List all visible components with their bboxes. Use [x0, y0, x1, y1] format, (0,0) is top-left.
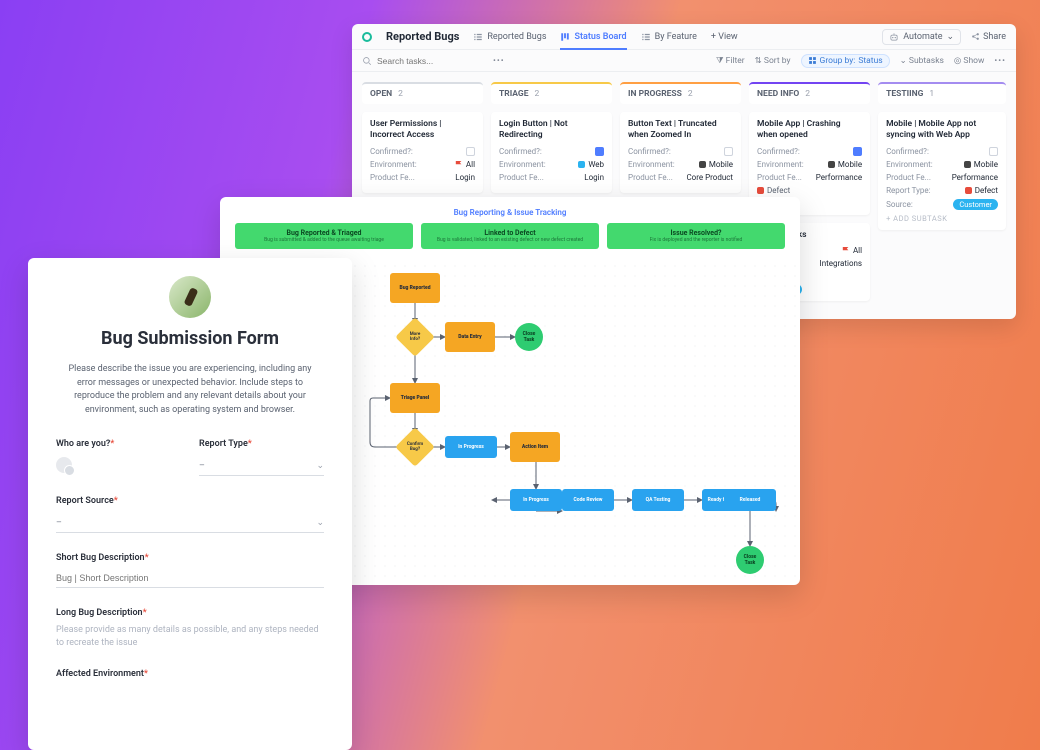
card-title: Mobile | Mobile App not syncing with Web…	[886, 119, 998, 141]
node-code-review[interactable]: Code Review	[562, 489, 614, 511]
checkbox-icon[interactable]	[853, 147, 862, 156]
tab-label: Reported Bugs	[487, 32, 546, 42]
bug-form-window: Bug Submission Form Please describe the …	[28, 258, 352, 750]
banner-2: Linked to Defect Bug is validated, linke…	[421, 223, 599, 249]
card-open-1[interactable]: User Permissions | Incorrect Access Conf…	[362, 112, 483, 193]
search-icon	[362, 56, 372, 66]
card-title: Mobile App | Crashing when opened	[757, 119, 862, 141]
list-icon	[473, 32, 483, 42]
chevron-down-icon: ⌄	[947, 32, 955, 42]
filter-button[interactable]: ⧩ Filter	[716, 56, 745, 66]
tab-label: By Feature	[655, 32, 697, 42]
node-data-entry[interactable]: Data Entry	[445, 322, 495, 352]
node-action[interactable]: Action Item	[510, 432, 560, 462]
label-affected-env: Affected Environment*	[56, 669, 324, 679]
long-description-input[interactable]: Please provide as many details as possib…	[56, 624, 324, 649]
flag-icon	[455, 161, 463, 169]
flag-icon	[842, 247, 850, 255]
share-icon	[971, 32, 980, 41]
automate-label: Automate	[903, 32, 942, 42]
group-icon	[808, 56, 817, 65]
column-header[interactable]: OPEN 2	[362, 82, 483, 104]
report-type-select[interactable]: –⌄	[199, 457, 324, 476]
share-button[interactable]: Share	[971, 32, 1006, 42]
search-more-icon[interactable]: •••	[493, 56, 505, 66]
form-avatar	[169, 276, 211, 318]
group-by-chip[interactable]: Group by: Status	[801, 54, 890, 68]
workflow-banners: Bug Reported & Triaged Bug is submitted …	[220, 223, 800, 261]
node-in-progress[interactable]: In Progress	[445, 436, 497, 458]
robot-icon	[889, 32, 899, 42]
checkbox-icon[interactable]	[595, 147, 604, 156]
form-title: Bug Submission Form	[56, 328, 324, 349]
node-qa[interactable]: QA Testing	[632, 489, 684, 511]
search-input[interactable]	[377, 56, 488, 66]
mobile-icon	[699, 161, 706, 168]
share-label: Share	[983, 32, 1006, 42]
tab-by-feature[interactable]: By Feature	[641, 32, 697, 42]
card-title: User Permissions | Incorrect Access	[370, 119, 475, 141]
user-picker[interactable]	[56, 457, 72, 473]
tab-reported-bugs[interactable]: Reported Bugs	[473, 32, 546, 42]
node-triage[interactable]: Triage Panel	[390, 383, 440, 413]
column-header[interactable]: IN PROGRESS 2	[620, 82, 741, 104]
label-report-type: Report Type*	[199, 439, 324, 449]
banner-1: Bug Reported & Triaged Bug is submitted …	[235, 223, 413, 249]
column-testing: TESTIING 1 Mobile | Mobile App not synci…	[878, 82, 1006, 309]
card-progress-1[interactable]: Button Text | Truncated when Zoomed In C…	[620, 112, 741, 193]
board-icon	[560, 32, 570, 42]
workflow-title: Bug Reporting & Issue Tracking	[220, 197, 800, 223]
checkbox-icon[interactable]	[989, 147, 998, 156]
label-short-desc: Short Bug Description*	[56, 553, 324, 563]
column-header[interactable]: TESTIING 1	[878, 82, 1006, 104]
list-icon	[641, 32, 651, 42]
node-bug-reported[interactable]: Bug Reported	[390, 273, 440, 303]
node-close-2[interactable]: Close Task	[736, 546, 764, 574]
web-icon	[578, 161, 585, 168]
column-header[interactable]: NEED INFO 2	[749, 82, 870, 104]
board-title-bar: Reported Bugs Reported Bugs Status Board…	[352, 24, 1016, 50]
label-who: Who are you?*	[56, 439, 181, 449]
label-long-desc: Long Bug Description*	[56, 608, 324, 618]
add-view-button[interactable]: + View	[711, 32, 738, 42]
short-description-input[interactable]	[56, 569, 324, 588]
defect-icon	[965, 187, 972, 194]
node-close-1[interactable]: Close Task	[515, 323, 543, 351]
report-source-select[interactable]: –⌄	[56, 514, 324, 533]
customer-pill: Customer	[953, 199, 998, 210]
automate-button[interactable]: Automate ⌄	[882, 29, 961, 45]
subtasks-button[interactable]: ⌄ Subtasks	[900, 56, 944, 66]
chevron-down-icon: ⌄	[316, 461, 324, 471]
board-toolbar: ••• ⧩ Filter ⇅ Sort by Group by: Status …	[352, 50, 1016, 72]
board-title: Reported Bugs	[386, 30, 459, 43]
chevron-down-icon: ⌄	[316, 518, 324, 528]
board-bar-right: Automate ⌄ Share	[882, 29, 1006, 45]
mobile-icon	[964, 161, 971, 168]
search-wrap[interactable]: •••	[362, 56, 706, 66]
more-menu-icon[interactable]: •••	[994, 56, 1006, 66]
defect-tag: Defect	[757, 186, 862, 195]
card-triage-1[interactable]: Login Button | Not Redirecting Confirmed…	[491, 112, 612, 193]
node-released[interactable]: Released	[724, 489, 776, 511]
card-test-1[interactable]: Mobile | Mobile App not syncing with Web…	[878, 112, 1006, 230]
label-report-source: Report Source*	[56, 496, 324, 506]
tab-status-board[interactable]: Status Board	[560, 32, 626, 42]
tab-label: Status Board	[574, 32, 626, 42]
banner-3: Issue Resolved? Fix is deployed and the …	[607, 223, 785, 249]
status-ring-icon	[362, 32, 372, 42]
card-title: Button Text | Truncated when Zoomed In	[628, 119, 733, 141]
form-description: Please describe the issue you are experi…	[56, 363, 324, 417]
checkbox-icon[interactable]	[724, 147, 733, 156]
add-subtask-button[interactable]: + ADD SUBTASK	[886, 214, 998, 223]
node-dev-progress[interactable]: In Progress	[510, 489, 562, 511]
checkbox-icon[interactable]	[466, 147, 475, 156]
mobile-icon	[828, 161, 835, 168]
card-title: Login Button | Not Redirecting	[499, 119, 604, 141]
show-button[interactable]: ◎ Show	[954, 56, 985, 66]
sort-button[interactable]: ⇅ Sort by	[755, 56, 791, 66]
column-header[interactable]: TRIAGE 2	[491, 82, 612, 104]
